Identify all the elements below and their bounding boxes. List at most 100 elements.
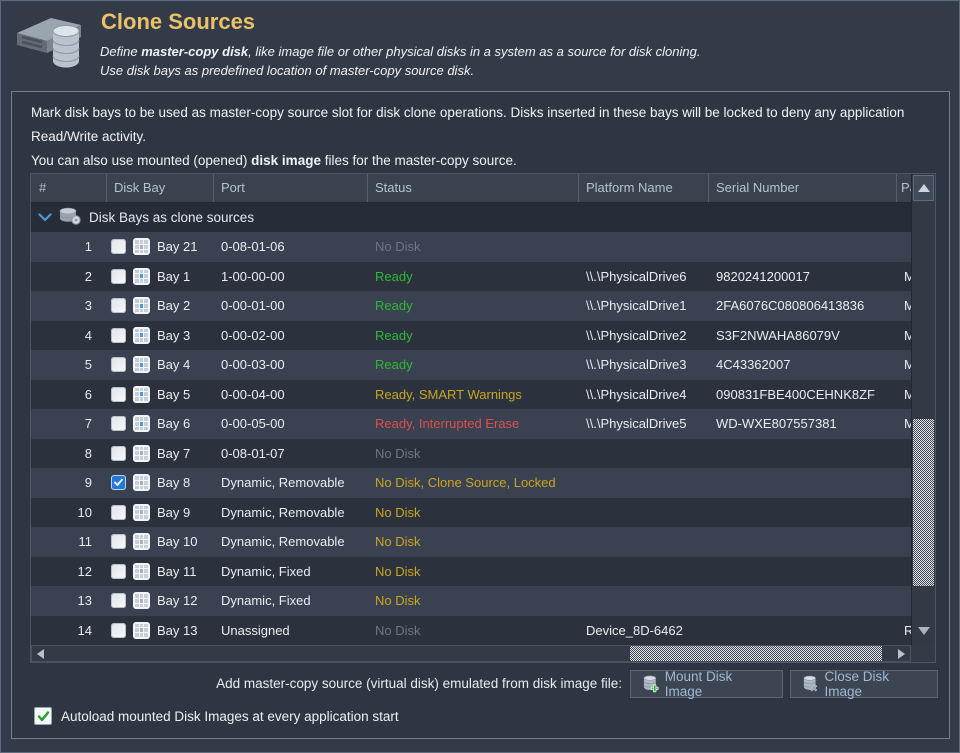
- table-row[interactable]: 7 Bay 6 0-00-05-00 Ready, Interrupted Er…: [31, 409, 911, 439]
- clone-source-checkbox[interactable]: [111, 269, 126, 284]
- page-title: Clone Sources: [101, 9, 255, 35]
- bay-name: Bay 21: [157, 239, 197, 254]
- clone-source-checkbox[interactable]: [111, 475, 126, 490]
- scroll-right-button[interactable]: [893, 646, 910, 661]
- disk-bay-icon: [133, 445, 150, 462]
- status-cell: No Disk: [368, 616, 579, 646]
- row-index: 13: [78, 593, 92, 608]
- column-header-disk-bay[interactable]: Disk Bay: [107, 174, 214, 202]
- row-index: 9: [85, 475, 92, 490]
- serial-number-cell: 2FA6076C080806413836: [709, 291, 897, 321]
- table-row[interactable]: 4 Bay 3 0-00-02-00 Ready \\.\PhysicalDri…: [31, 321, 911, 351]
- port-cell: Dynamic, Removable: [214, 527, 368, 557]
- disk-bay-icon: [133, 474, 150, 491]
- serial-number-cell: [709, 616, 897, 646]
- port-cell: 0-00-02-00: [214, 321, 368, 351]
- table-row[interactable]: 2 Bay 1 1-00-00-00 Ready \\.\PhysicalDri…: [31, 262, 911, 292]
- port-cell: 0-08-01-06: [214, 232, 368, 262]
- clone-source-checkbox[interactable]: [111, 416, 126, 431]
- clone-source-checkbox[interactable]: [111, 534, 126, 549]
- vertical-scrollbar[interactable]: [911, 174, 935, 645]
- clone-source-checkbox[interactable]: [111, 298, 126, 313]
- add-source-label: Add master-copy source (virtual disk) em…: [12, 676, 622, 691]
- mount-disk-image-button[interactable]: Mount Disk Image: [630, 670, 783, 698]
- column-header-serial-number[interactable]: Serial Number: [709, 174, 897, 202]
- disk-bay-icon: [133, 504, 150, 521]
- clone-source-checkbox[interactable]: [111, 564, 126, 579]
- status-cell: No Disk: [368, 232, 579, 262]
- partition-cell: M: [897, 350, 911, 380]
- autoload-checkbox[interactable]: [34, 707, 52, 725]
- platform-name-cell: [579, 498, 709, 528]
- instructions: Mark disk bays to be used as master-copy…: [31, 101, 933, 173]
- close-disk-image-button[interactable]: Close Disk Image: [790, 670, 938, 698]
- row-index: 8: [85, 446, 92, 461]
- table-row[interactable]: 11 Bay 10 Dynamic, Removable No Disk: [31, 527, 911, 557]
- bay-name: Bay 12: [157, 593, 197, 608]
- table-row[interactable]: 1 Bay 21 0-08-01-06 No Disk: [31, 232, 911, 262]
- column-header-port[interactable]: Port: [214, 174, 368, 202]
- horizontal-scrollbar-thumb[interactable]: [630, 646, 882, 661]
- mount-button-label: Mount Disk Image: [665, 669, 772, 699]
- disk-bay-icon: [133, 297, 150, 314]
- row-index: 11: [79, 534, 93, 549]
- row-index: 3: [85, 298, 92, 313]
- port-cell: Dynamic, Fixed: [214, 586, 368, 616]
- status-cell: Ready, SMART Warnings: [368, 380, 579, 410]
- vertical-scrollbar-track[interactable]: [913, 202, 934, 618]
- column-header-num[interactable]: #: [31, 174, 107, 202]
- table-row[interactable]: 10 Bay 9 Dynamic, Removable No Disk: [31, 498, 911, 528]
- platform-name-cell: \\.\PhysicalDrive6: [579, 262, 709, 292]
- clone-source-checkbox[interactable]: [111, 505, 126, 520]
- platform-name-cell: [579, 232, 709, 262]
- row-index: 4: [85, 328, 92, 343]
- clone-source-checkbox[interactable]: [111, 239, 126, 254]
- status-cell: No Disk: [368, 527, 579, 557]
- partition-cell: M: [897, 321, 911, 351]
- table-row[interactable]: 3 Bay 2 0-00-01-00 Ready \\.\PhysicalDri…: [31, 291, 911, 321]
- serial-number-cell: 9820241200017: [709, 262, 897, 292]
- clone-source-checkbox[interactable]: [111, 623, 126, 638]
- table-row[interactable]: 6 Bay 5 0-00-04-00 Ready, SMART Warnings…: [31, 380, 911, 410]
- chevron-down-icon[interactable]: [38, 210, 52, 225]
- clone-source-checkbox[interactable]: [111, 328, 126, 343]
- bay-name: Bay 2: [157, 298, 190, 313]
- partition-cell: [897, 527, 911, 557]
- scroll-left-button[interactable]: [32, 646, 49, 661]
- table-row[interactable]: 14 Bay 13 Unassigned No Disk Device_8D-6…: [31, 616, 911, 646]
- scroll-down-button[interactable]: [913, 618, 934, 644]
- partition-cell: [897, 232, 911, 262]
- table-row[interactable]: 12 Bay 11 Dynamic, Fixed No Disk: [31, 557, 911, 587]
- clone-source-checkbox[interactable]: [111, 593, 126, 608]
- column-header-status[interactable]: Status: [368, 174, 579, 202]
- clone-source-checkbox[interactable]: [111, 387, 126, 402]
- table-header: #Disk BayPortStatusPlatform NameSerial N…: [31, 174, 911, 203]
- autoload-row: Autoload mounted Disk Images at every ap…: [34, 707, 399, 725]
- status-cell: No Disk: [368, 439, 579, 469]
- scroll-up-button[interactable]: [913, 175, 934, 201]
- partition-cell: [897, 498, 911, 528]
- table-row[interactable]: 8 Bay 7 0-08-01-07 No Disk: [31, 439, 911, 469]
- port-cell: Unassigned: [214, 616, 368, 646]
- instructions-line2: You can also use mounted (opened) disk i…: [31, 149, 933, 173]
- row-index: 1: [85, 239, 92, 254]
- status-cell: No Disk: [368, 498, 579, 528]
- bay-name: Bay 7: [157, 446, 190, 461]
- column-header-platform-name[interactable]: Platform Name: [579, 174, 709, 202]
- clone-source-checkbox[interactable]: [111, 446, 126, 461]
- vertical-scrollbar-thumb[interactable]: [913, 419, 934, 586]
- table-row[interactable]: 5 Bay 4 0-00-03-00 Ready \\.\PhysicalDri…: [31, 350, 911, 380]
- disk-bay-icon: [133, 327, 150, 344]
- table-row[interactable]: 9 Bay 8 Dynamic, Removable No Disk, Clon…: [31, 468, 911, 498]
- horizontal-scrollbar[interactable]: [31, 645, 911, 662]
- table-row[interactable]: 13 Bay 12 Dynamic, Fixed No Disk: [31, 586, 911, 616]
- clone-source-checkbox[interactable]: [111, 357, 126, 372]
- horizontal-scrollbar-track[interactable]: [49, 646, 893, 661]
- serial-number-cell: [709, 232, 897, 262]
- partition-cell: M: [897, 409, 911, 439]
- group-row-disk-bays[interactable]: Disk Bays as clone sources: [31, 203, 911, 232]
- bay-name: Bay 9: [157, 505, 190, 520]
- serial-number-cell: WD-WXE807557381: [709, 409, 897, 439]
- disk-bays-table: #Disk BayPortStatusPlatform NameSerial N…: [31, 174, 935, 662]
- column-header-partition[interactable]: Pa: [897, 174, 911, 202]
